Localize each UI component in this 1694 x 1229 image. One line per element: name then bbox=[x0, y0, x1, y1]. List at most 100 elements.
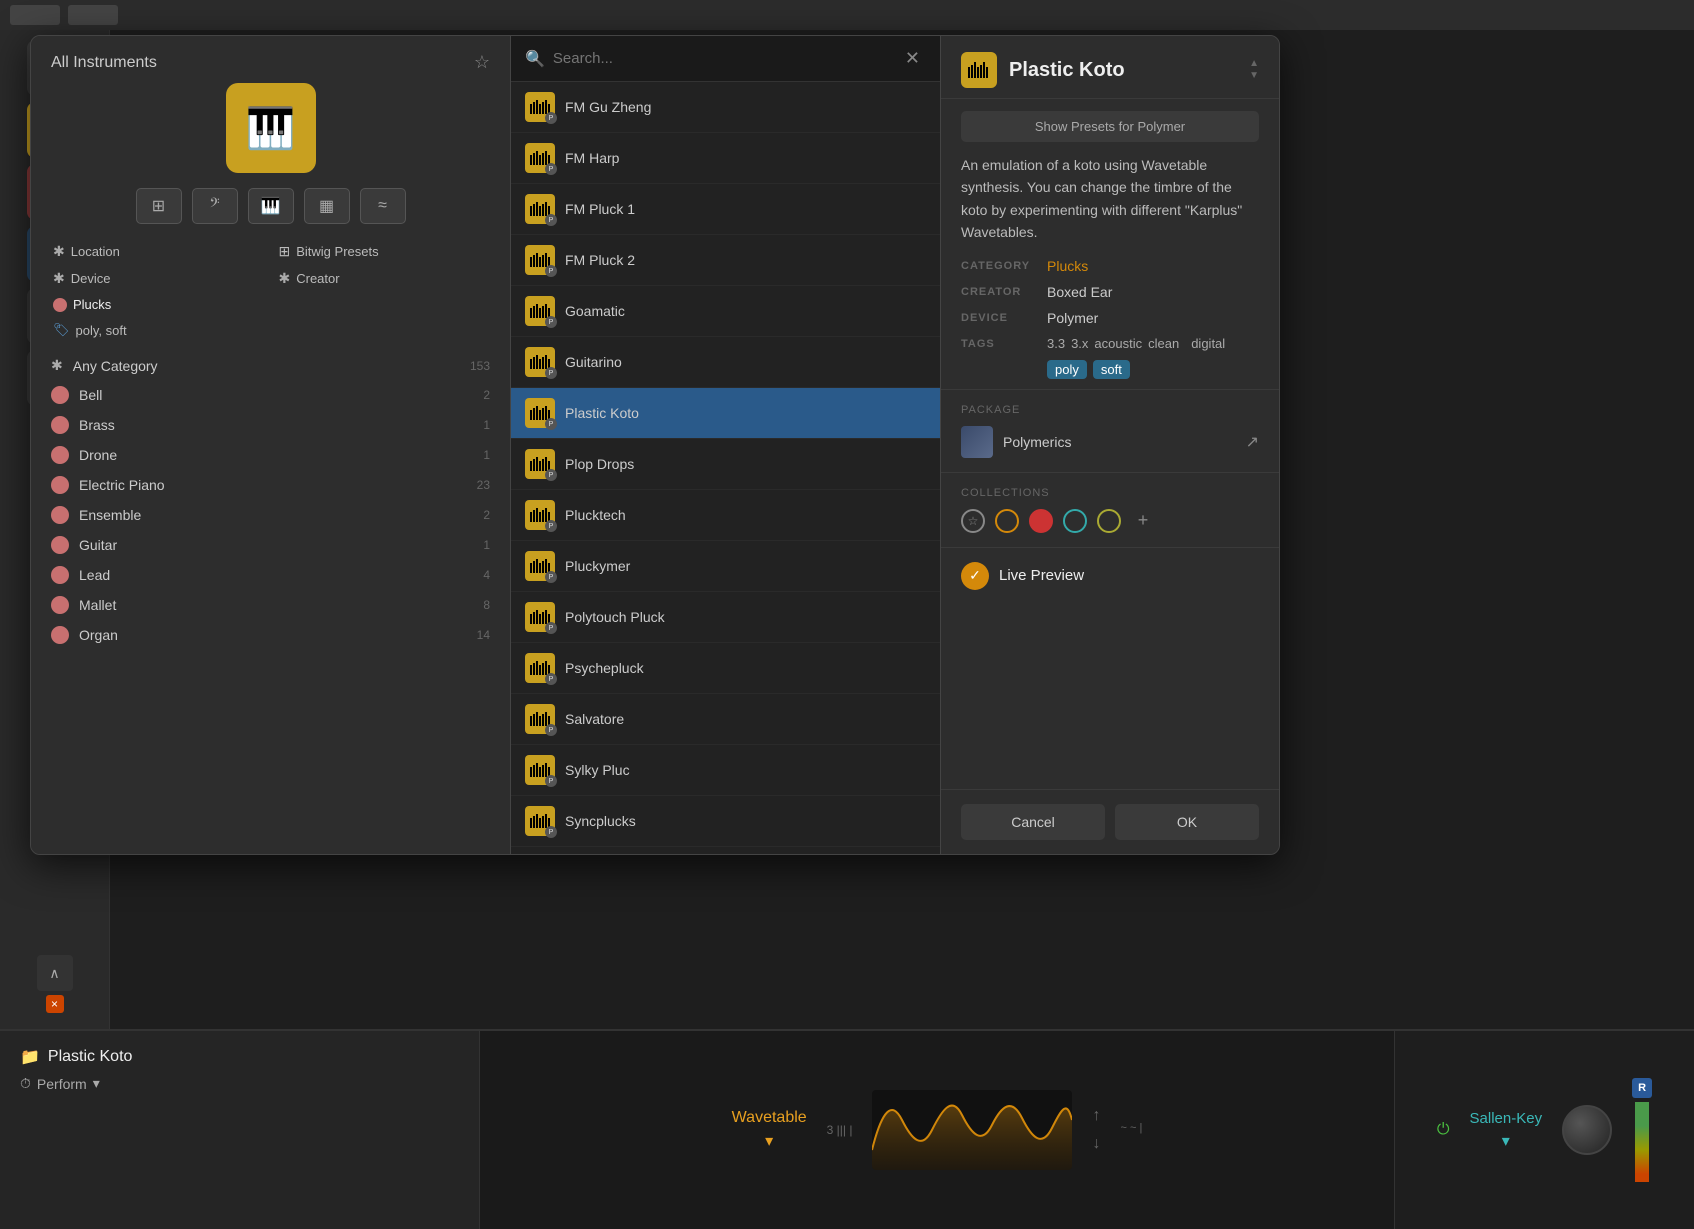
detail-header: Plastic Koto ▲ ▼ bbox=[941, 36, 1279, 99]
category-value: Plucks bbox=[1047, 258, 1088, 274]
category-label: CATEGORY bbox=[961, 258, 1031, 272]
sallen-key-dropdown-icon[interactable]: ▾ bbox=[1502, 1131, 1510, 1151]
preset-polytouch-pluck[interactable]: P Polytouch Pluck bbox=[511, 592, 940, 643]
sallen-key-label: Sallen-Key bbox=[1470, 1110, 1543, 1127]
preset-salvatore[interactable]: P Salvatore bbox=[511, 694, 940, 745]
filter-knob[interactable] bbox=[1562, 1105, 1612, 1155]
electric-piano-count: 23 bbox=[477, 478, 490, 492]
preset-icon-guitarino: P bbox=[525, 347, 555, 377]
preset-syncplucks[interactable]: P Syncplucks bbox=[511, 796, 940, 847]
tag-digital: digital bbox=[1191, 336, 1225, 354]
search-close-icon[interactable]: ✕ bbox=[899, 46, 926, 71]
category-mallet[interactable]: Mallet 8 bbox=[41, 590, 500, 620]
preset-icon-sylky-pluc: P bbox=[525, 755, 555, 785]
collection-teal[interactable] bbox=[1063, 509, 1087, 533]
preset-name-fm-harp: FM Harp bbox=[565, 150, 619, 166]
brass-dot bbox=[51, 416, 69, 434]
filter-icon-arp[interactable]: ≈ bbox=[360, 188, 406, 224]
live-preview-button[interactable]: ✓ Live Preview bbox=[961, 562, 1259, 590]
ensemble-label: Ensemble bbox=[79, 507, 141, 523]
show-presets-button[interactable]: Show Presets for Polymer bbox=[961, 111, 1259, 142]
creator-value: Boxed Ear bbox=[1047, 284, 1112, 300]
preset-plucktech[interactable]: P Plucktech bbox=[511, 490, 940, 541]
collection-red[interactable] bbox=[1029, 509, 1053, 533]
drone-dot bbox=[51, 446, 69, 464]
search-icon: 🔍 bbox=[525, 49, 545, 69]
favorite-star-icon[interactable]: ☆ bbox=[474, 52, 490, 73]
scroll-up-arrow[interactable]: ▲ bbox=[1249, 59, 1259, 69]
power-icon[interactable]: ⏻ bbox=[1437, 1121, 1450, 1139]
asterisk-icon: ✱ bbox=[53, 243, 65, 260]
cancel-button[interactable]: Cancel bbox=[961, 804, 1105, 840]
filter-location[interactable]: ✱ Location bbox=[45, 238, 271, 265]
guitar-dot bbox=[51, 536, 69, 554]
category-bell[interactable]: Bell 2 bbox=[41, 380, 500, 410]
preset-badge-4: P bbox=[545, 265, 557, 277]
organ-dot bbox=[51, 626, 69, 644]
filter-creator[interactable]: ✱ Creator bbox=[271, 265, 497, 292]
external-link-icon[interactable]: ↗ bbox=[1246, 432, 1259, 452]
detail-meta: CATEGORY Plucks CREATOR Boxed Ear DEVICE… bbox=[941, 258, 1279, 389]
category-brass[interactable]: Brass 1 bbox=[41, 410, 500, 440]
meta-device-row: DEVICE Polymer bbox=[961, 310, 1259, 326]
preset-icon-plop-drops: P bbox=[525, 449, 555, 479]
preset-plop-drops[interactable]: P Plop Drops bbox=[511, 439, 940, 490]
guitar-label: Guitar bbox=[79, 537, 117, 553]
collection-add-icon[interactable]: + bbox=[1131, 509, 1155, 533]
preset-name-fm-gu-zheng: FM Gu Zheng bbox=[565, 99, 651, 115]
preset-fm-pluck-2[interactable]: P FM Pluck 2 bbox=[511, 235, 940, 286]
preset-fm-pluck-1[interactable]: P FM Pluck 1 bbox=[511, 184, 940, 235]
collection-yellow[interactable] bbox=[1097, 509, 1121, 533]
category-lead[interactable]: Lead 4 bbox=[41, 560, 500, 590]
collection-orange[interactable] bbox=[995, 509, 1019, 533]
filter-icon-drum[interactable]: ▦ bbox=[304, 188, 350, 224]
perform-row: ⏱ Perform ▾ bbox=[20, 1075, 459, 1092]
filter-bitwig-presets[interactable]: ⊞ Bitwig Presets bbox=[271, 238, 497, 265]
preset-goamatic[interactable]: P Goamatic bbox=[511, 286, 940, 337]
scroll-down-arrow[interactable]: ▼ bbox=[1249, 71, 1259, 81]
detail-instrument-icon bbox=[961, 52, 997, 88]
collection-star[interactable]: ☆ bbox=[961, 509, 985, 533]
category-ensemble[interactable]: Ensemble 2 bbox=[41, 500, 500, 530]
perform-dropdown-icon[interactable]: ▾ bbox=[93, 1075, 100, 1092]
perform-label: Perform bbox=[37, 1076, 87, 1092]
ok-button[interactable]: OK bbox=[1115, 804, 1259, 840]
preset-synth-pluck-3[interactable]: P Synth Pluck 3 bbox=[511, 847, 940, 854]
preset-icon-polytouch-pluck: P bbox=[525, 602, 555, 632]
filter-icon-bass[interactable]: 𝄢 bbox=[192, 188, 238, 224]
up-arrow: ↑ bbox=[1092, 1107, 1100, 1125]
asterisk-icon-3: ✱ bbox=[279, 270, 291, 287]
preset-pluckymer[interactable]: P Pluckymer bbox=[511, 541, 940, 592]
package-name: Polymerics bbox=[1003, 434, 1236, 450]
filter-device[interactable]: ✱ Device bbox=[45, 265, 271, 292]
menu-button[interactable] bbox=[10, 5, 60, 25]
search-input[interactable] bbox=[553, 50, 891, 67]
preset-name-fm-pluck-1: FM Pluck 1 bbox=[565, 201, 635, 217]
bitwig-icon: ⊞ bbox=[279, 243, 291, 260]
preset-badge-12: P bbox=[545, 673, 557, 685]
filter-icon-grid[interactable]: ⊞ bbox=[136, 188, 182, 224]
left-panel-header: All Instruments ☆ bbox=[31, 36, 510, 83]
preset-plastic-koto[interactable]: P Plastic Koto bbox=[511, 388, 940, 439]
preset-fm-gu-zheng[interactable]: P FM Gu Zheng bbox=[511, 82, 940, 133]
panel-title: All Instruments bbox=[51, 54, 157, 72]
close-icon[interactable]: × bbox=[46, 995, 64, 1013]
preset-guitarino[interactable]: P Guitarino bbox=[511, 337, 940, 388]
filter-icon-keyboard[interactable]: 🎹 bbox=[248, 188, 294, 224]
preset-sylky-pluc[interactable]: P Sylky Pluc bbox=[511, 745, 940, 796]
category-any[interactable]: ✱ Any Category 153 bbox=[41, 351, 500, 380]
wavetable-dropdown-icon[interactable]: ▾ bbox=[765, 1131, 773, 1151]
level-meter bbox=[1635, 1102, 1649, 1182]
preset-fm-harp[interactable]: P FM Harp bbox=[511, 133, 940, 184]
nav-button[interactable] bbox=[68, 5, 118, 25]
filter-section: ✱ Location ✱ Device Plucks 🏷 poly, soft bbox=[31, 238, 510, 343]
collapse-button[interactable]: ∧ bbox=[37, 955, 73, 991]
category-drone[interactable]: Drone 1 bbox=[41, 440, 500, 470]
category-organ[interactable]: Organ 14 bbox=[41, 620, 500, 650]
filter-device-tag[interactable]: 🏷 poly, soft bbox=[45, 317, 271, 343]
preset-psychepluck[interactable]: P Psychepluck bbox=[511, 643, 940, 694]
category-electric-piano[interactable]: Electric Piano 23 bbox=[41, 470, 500, 500]
filter-plucks-active[interactable]: Plucks bbox=[45, 292, 271, 317]
preset-name-fm-pluck-2: FM Pluck 2 bbox=[565, 252, 635, 268]
category-guitar[interactable]: Guitar 1 bbox=[41, 530, 500, 560]
